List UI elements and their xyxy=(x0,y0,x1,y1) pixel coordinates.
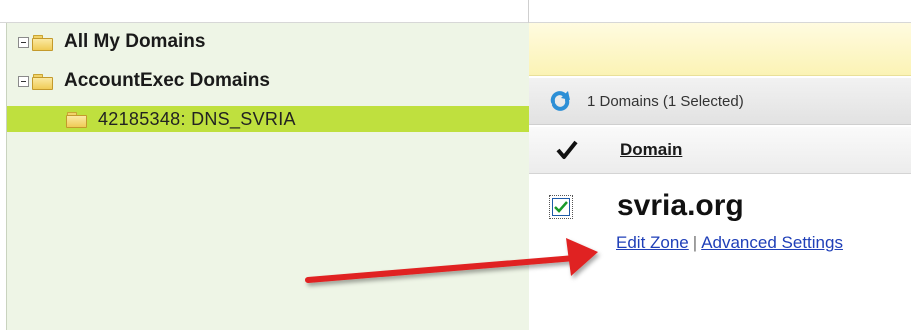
tree-item-label: AccountExec Domains xyxy=(64,70,270,91)
edit-zone-link[interactable]: Edit Zone xyxy=(616,233,689,252)
refresh-icon[interactable] xyxy=(547,90,573,112)
collapse-icon[interactable] xyxy=(18,36,29,48)
row-checkbox[interactable] xyxy=(549,195,573,219)
tree-item-accountexec-domains[interactable]: AccountExec Domains xyxy=(18,68,270,94)
domain-name: svria.org xyxy=(617,189,744,222)
summary-bar: 1 Domains (1 Selected) xyxy=(529,78,911,125)
checkmark-icon[interactable] xyxy=(556,140,578,160)
table-row: svria.org Edit Zone | Advanced Settings xyxy=(529,175,911,255)
domain-grid-pane: 1 Domains (1 Selected) Domain svria.org … xyxy=(529,23,911,330)
tree-item-label: 42185348: DNS_SVRIA xyxy=(98,108,296,129)
top-strip xyxy=(0,0,911,23)
tree-item-dns-svria[interactable]: 42185348: DNS_SVRIA xyxy=(7,106,529,132)
folder-icon xyxy=(32,34,53,51)
folder-icon xyxy=(66,111,87,128)
domain-actions: Edit Zone | Advanced Settings xyxy=(616,233,843,253)
domain-tree: All My Domains AccountExec Domains 42185… xyxy=(6,23,529,330)
tree-item-label: All My Domains xyxy=(64,31,206,52)
tree-item-all-my-domains[interactable]: All My Domains xyxy=(18,29,205,55)
grid-header: Domain xyxy=(529,127,911,174)
message-band xyxy=(529,23,911,76)
advanced-settings-link[interactable]: Advanced Settings xyxy=(701,233,843,252)
link-separator: | xyxy=(692,233,698,252)
collapse-icon[interactable] xyxy=(18,75,29,87)
column-header-domain[interactable]: Domain xyxy=(620,140,682,160)
folder-icon xyxy=(32,73,53,90)
selection-summary: 1 Domains (1 Selected) xyxy=(587,92,744,110)
check-icon xyxy=(554,201,568,213)
